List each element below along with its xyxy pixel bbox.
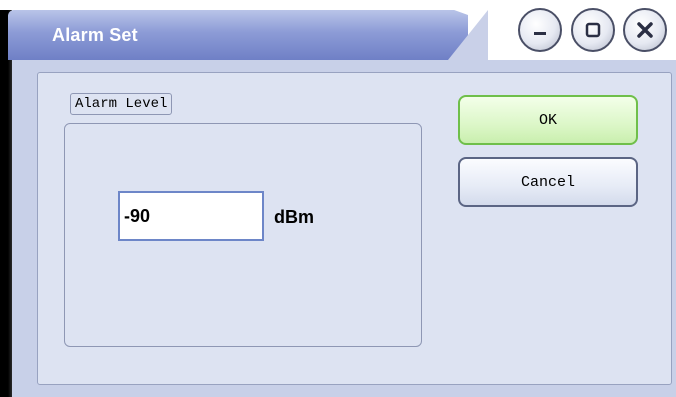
- close-icon: [637, 22, 653, 38]
- dialog-body: Alarm Level dBm OK Cancel: [12, 60, 676, 397]
- window-left-edge: [0, 10, 12, 397]
- ok-button[interactable]: OK: [458, 95, 638, 145]
- close-button[interactable]: [623, 8, 667, 52]
- unit-label: dBm: [274, 207, 314, 227]
- maximize-icon: [585, 22, 601, 38]
- minimize-button[interactable]: [518, 8, 562, 52]
- maximize-button[interactable]: [571, 8, 615, 52]
- alarm-set-window: Alarm Set Alarm Level dBm OK Cancel: [0, 0, 676, 397]
- dialog-content: Alarm Level dBm OK Cancel: [37, 72, 672, 385]
- minimize-icon: [534, 32, 546, 35]
- alarm-level-input[interactable]: [118, 191, 264, 241]
- window-title: Alarm Set: [52, 25, 138, 45]
- alarm-level-legend: Alarm Level: [70, 93, 173, 115]
- cancel-button[interactable]: Cancel: [458, 157, 638, 207]
